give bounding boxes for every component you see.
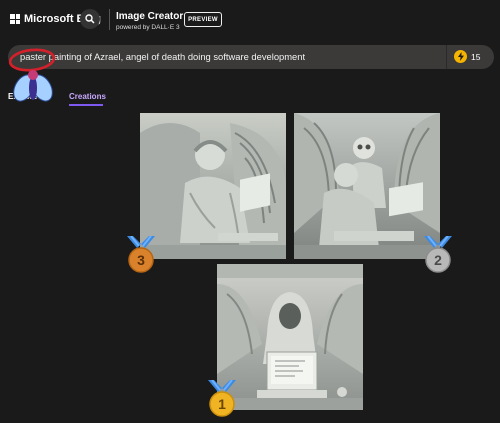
page-title: Image Creator — [116, 11, 184, 22]
gold-medal-icon: 1 — [208, 380, 236, 417]
prompt-divider — [446, 45, 447, 69]
active-tab-indicator — [69, 104, 103, 106]
angel-skeleton-image — [294, 113, 440, 259]
boost-icon[interactable] — [454, 50, 467, 63]
medal-rank-2: 2 — [434, 252, 442, 268]
medal-rank-3: 3 — [137, 252, 145, 268]
silver-medal-icon: 2 — [424, 236, 452, 273]
angel-laptop-image — [140, 113, 286, 259]
search-button[interactable] — [80, 9, 100, 29]
header-divider — [109, 9, 110, 30]
red-circle-annotation — [8, 48, 56, 72]
medal-rank-1: 1 — [218, 396, 226, 412]
prompt-input[interactable]: paster painting of Azrael, angel of deat… — [8, 45, 494, 69]
microsoft-logo-icon[interactable] — [10, 14, 20, 24]
annotation-overlay — [8, 48, 56, 102]
bronze-medal-icon: 3 — [127, 236, 155, 273]
boost-count: 15 — [471, 52, 481, 62]
preview-badge: PREVIEW — [184, 12, 222, 27]
generated-image-2[interactable] — [294, 113, 440, 259]
page-subtitle: powered by DALL·E 3 — [116, 24, 180, 31]
generated-image-1[interactable] — [140, 113, 286, 259]
tab-creations[interactable]: Creations — [69, 92, 106, 101]
search-icon — [85, 14, 95, 24]
fly-icon — [13, 70, 53, 102]
header: Microsoft Bing Image Creator powered by … — [0, 0, 500, 40]
